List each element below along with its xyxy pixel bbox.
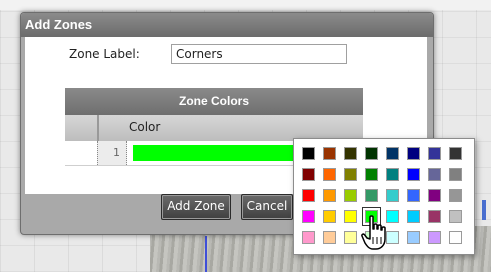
color-swatch[interactable] bbox=[302, 168, 315, 181]
color-swatch[interactable] bbox=[428, 210, 441, 223]
color-swatch[interactable] bbox=[323, 231, 336, 244]
color-swatch[interactable] bbox=[407, 147, 420, 160]
color-swatch[interactable] bbox=[449, 147, 462, 160]
column-divider bbox=[97, 115, 99, 141]
row-index: 1 bbox=[113, 146, 120, 159]
background-blue-line bbox=[205, 236, 207, 272]
row-index-cell: 1 bbox=[97, 141, 127, 165]
color-swatch[interactable] bbox=[407, 168, 420, 181]
color-swatch[interactable] bbox=[407, 189, 420, 202]
color-swatch[interactable] bbox=[449, 189, 462, 202]
color-swatch[interactable] bbox=[428, 231, 441, 244]
color-swatch[interactable] bbox=[365, 168, 378, 181]
color-swatch[interactable] bbox=[428, 168, 441, 181]
color-swatch[interactable] bbox=[386, 189, 399, 202]
color-swatch[interactable] bbox=[365, 147, 378, 160]
color-swatch[interactable] bbox=[386, 168, 399, 181]
color-swatch[interactable] bbox=[386, 147, 399, 160]
color-swatch[interactable] bbox=[344, 189, 357, 202]
dialog-titlebar[interactable]: Add Zones bbox=[21, 13, 433, 37]
cancel-button[interactable]: Cancel bbox=[241, 194, 293, 220]
color-swatch[interactable] bbox=[302, 189, 315, 202]
color-swatch[interactable] bbox=[323, 189, 336, 202]
color-swatch[interactable] bbox=[428, 147, 441, 160]
color-swatch[interactable] bbox=[302, 231, 315, 244]
color-swatch[interactable] bbox=[302, 210, 315, 223]
column-header-color[interactable]: Color bbox=[129, 120, 160, 134]
color-swatch[interactable] bbox=[449, 231, 462, 244]
background-blue-marker bbox=[482, 200, 486, 220]
color-swatch[interactable] bbox=[302, 147, 315, 160]
color-swatch[interactable] bbox=[323, 210, 336, 223]
zone-label-input[interactable] bbox=[171, 44, 347, 64]
color-swatch[interactable] bbox=[449, 210, 462, 223]
color-swatch[interactable] bbox=[344, 168, 357, 181]
dialog-title: Add Zones bbox=[25, 17, 93, 32]
color-swatch[interactable] bbox=[449, 168, 462, 181]
add-zone-button[interactable]: Add Zone bbox=[161, 194, 231, 220]
color-swatch[interactable] bbox=[344, 147, 357, 160]
zone-label-label: Zone Label: bbox=[69, 47, 140, 61]
color-swatch[interactable] bbox=[407, 231, 420, 244]
color-swatch[interactable] bbox=[323, 168, 336, 181]
hand-pointer-icon bbox=[361, 215, 386, 250]
color-swatch[interactable] bbox=[407, 210, 420, 223]
zone-colors-table-title: Zone Colors bbox=[65, 88, 363, 115]
color-swatch[interactable] bbox=[428, 189, 441, 202]
color-swatch[interactable] bbox=[344, 231, 357, 244]
color-swatch[interactable] bbox=[365, 189, 378, 202]
row-color-swatch[interactable] bbox=[133, 145, 303, 161]
color-swatch[interactable] bbox=[344, 210, 357, 223]
color-swatch[interactable] bbox=[323, 147, 336, 160]
